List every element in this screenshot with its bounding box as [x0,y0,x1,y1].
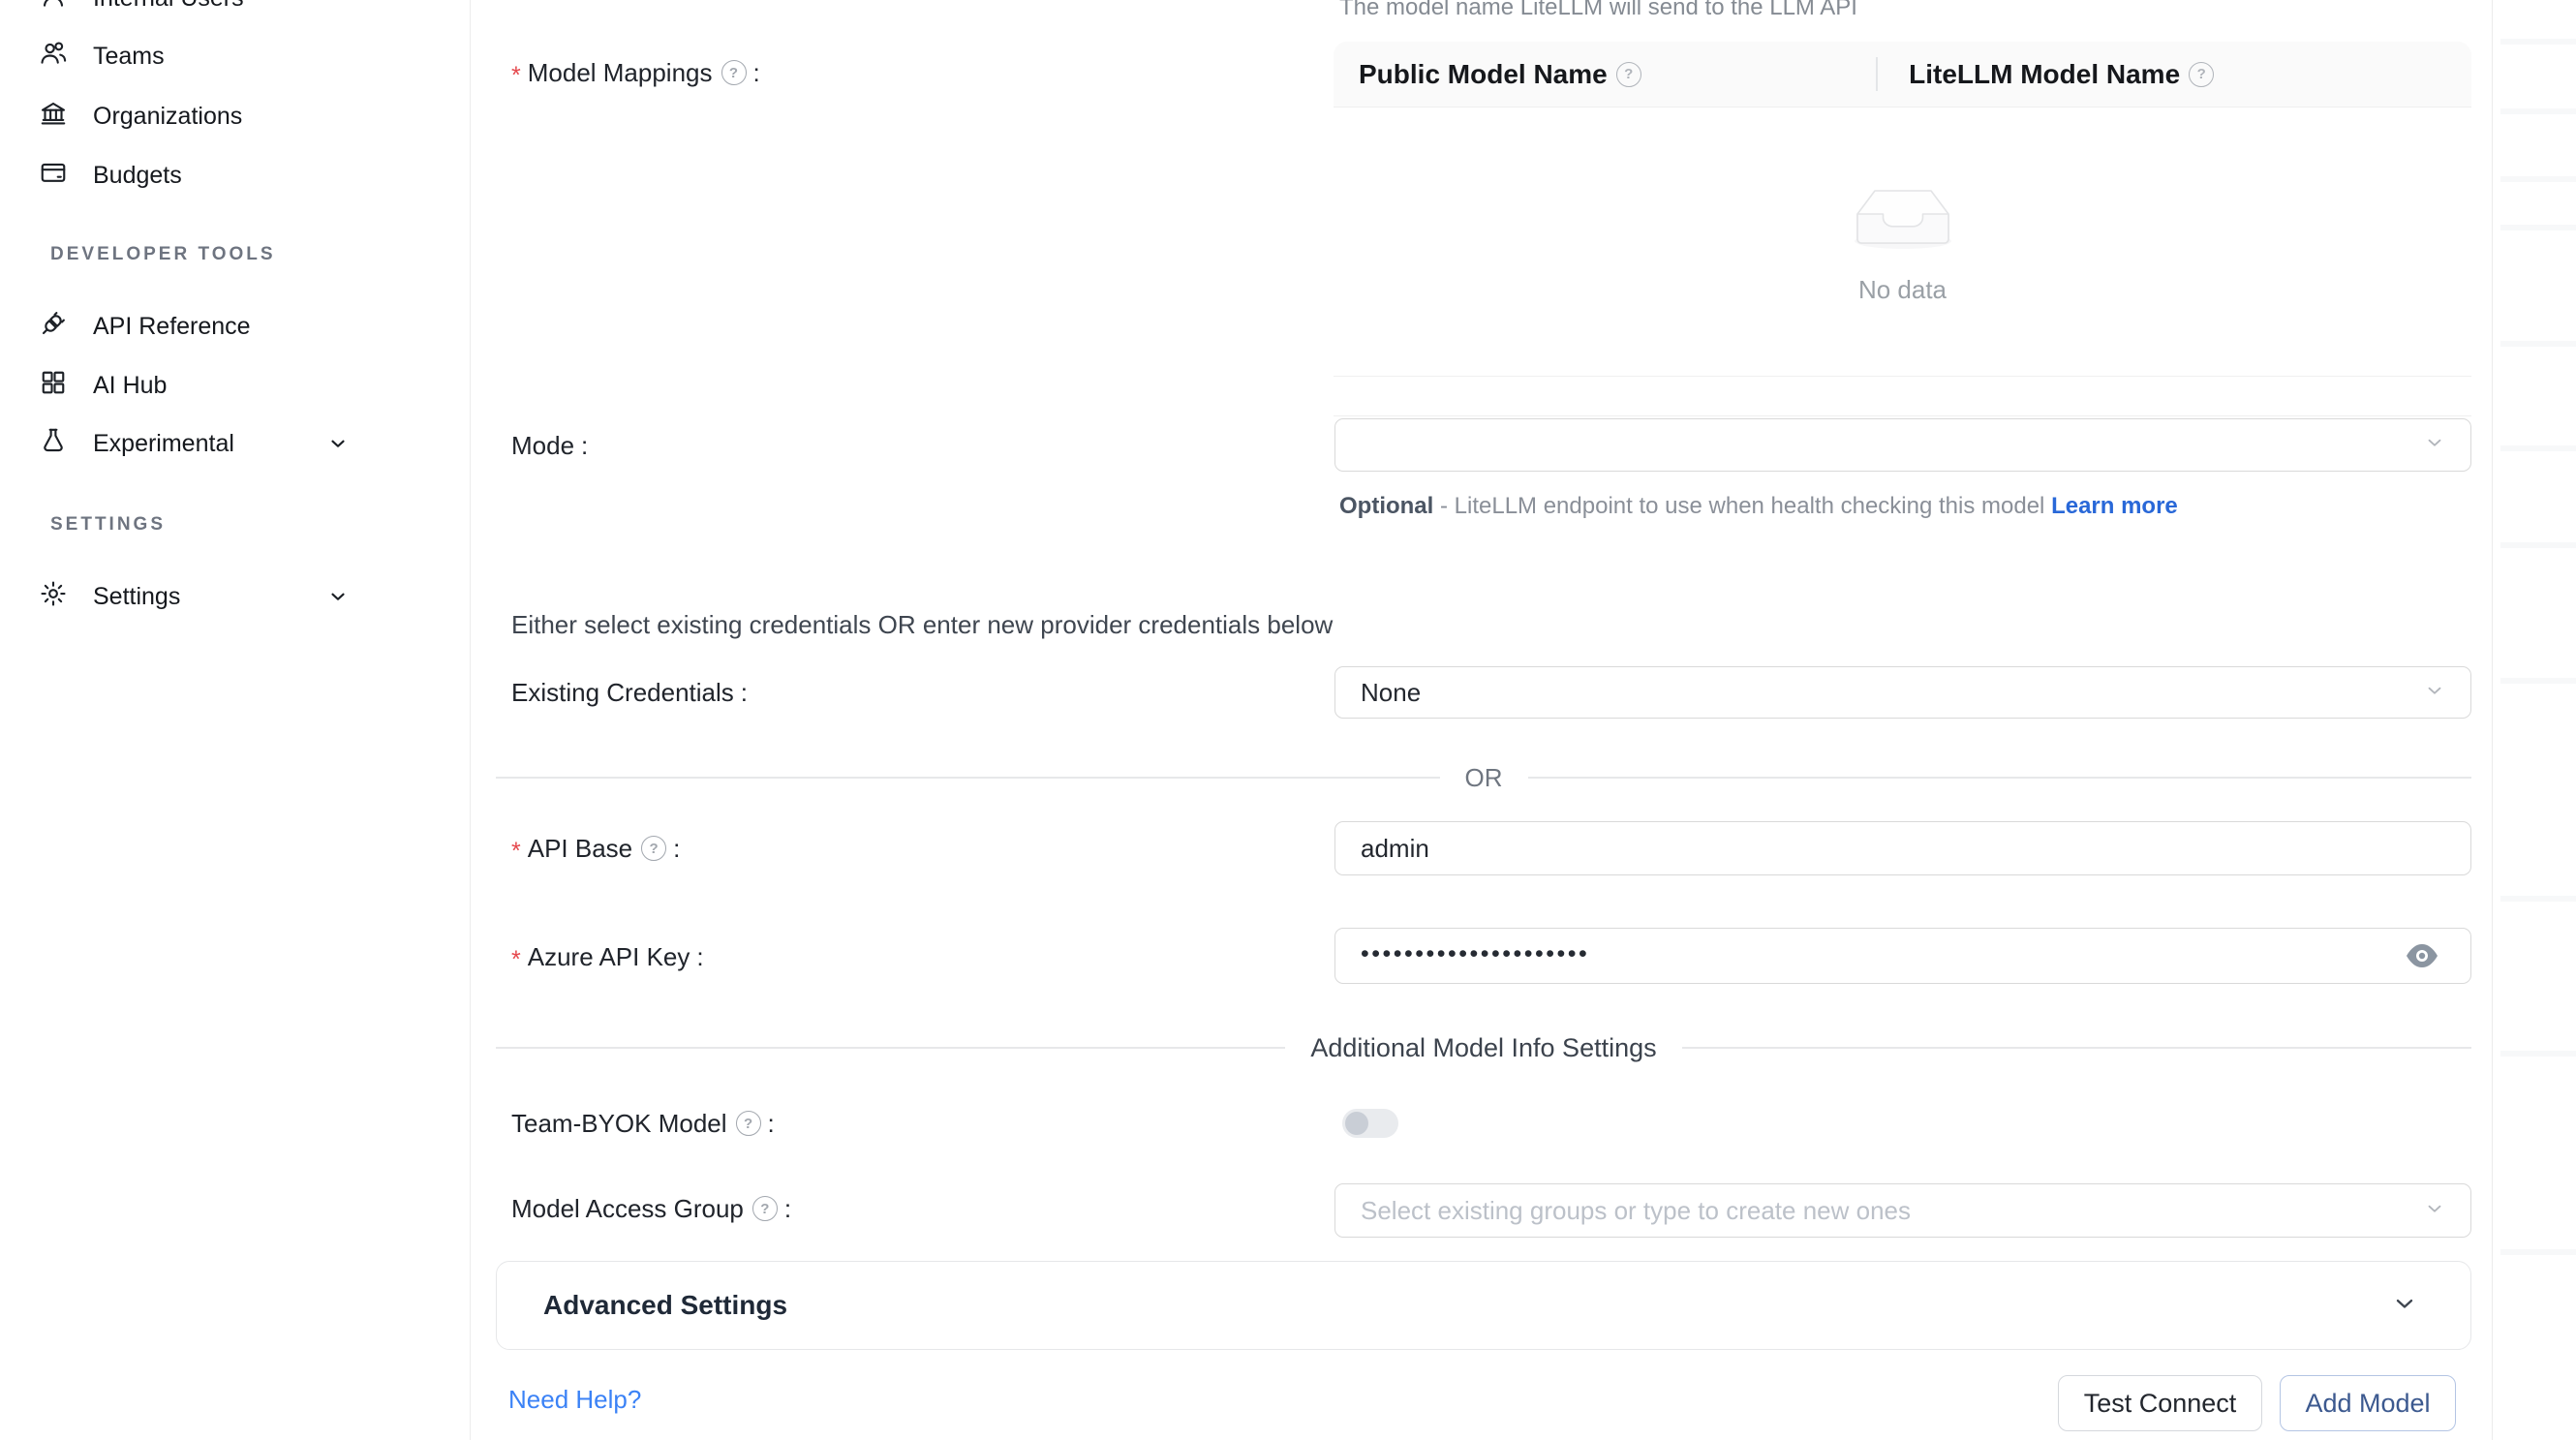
toggle-knob [1345,1112,1368,1135]
sidebar-item-label: Experimental [93,430,234,458]
eye-icon[interactable] [2403,940,2441,971]
existing-credentials-label: Existing Credentials : [511,666,748,719]
mode-label: Mode : [511,419,588,472]
litellm-model-note: The model name LiteLLM will send to the … [1339,0,1857,21]
chevron-down-icon [2391,1290,2418,1322]
sidebar-item-label: API Reference [93,313,251,341]
existing-credentials-select[interactable]: None [1334,666,2471,719]
or-divider: OR [496,765,2471,790]
add-model-form: The model name LiteLLM will send to the … [471,0,2492,1440]
column-public-model-name: Public Model Name ? [1334,59,1884,90]
masked-api-key: ••••••••••••••••••••• [1361,940,1589,968]
sidebar-item-teams[interactable]: Teams [39,29,165,83]
sidebar-item-internal-users[interactable]: Internal Users [39,0,244,25]
azure-api-key-input[interactable]: ••••••••••••••••••••• [1334,928,2471,984]
column-litellm-model-name: LiteLLM Model Name ? [1884,59,2471,90]
credit-card-icon [39,158,68,194]
table-header: Public Model Name ? LiteLLM Model Name ? [1334,42,2471,107]
gear-icon [39,579,68,615]
sidebar-item-label: Internal Users [93,0,244,13]
required-asterisk: * [511,946,521,974]
chevron-down-icon [2424,1196,2445,1226]
chevron-down-icon[interactable] [322,416,354,471]
team-byok-label: Team-BYOK Model ? : [511,1097,775,1149]
sidebar-item-label: Budgets [93,162,182,190]
required-asterisk: * [511,62,521,90]
sidebar-item-ai-hub[interactable]: AI Hub [39,358,167,413]
required-asterisk: * [511,838,521,866]
sidebar-item-label: Settings [93,583,180,611]
sidebar-item-label: AI Hub [93,372,167,400]
mode-help-text: Optional - LiteLLM endpoint to use when … [1339,487,2192,526]
user-icon [39,0,68,16]
add-model-page: Internal Users Teams Organizations Budge… [0,0,2576,1440]
sidebar-item-settings[interactable]: Settings [39,569,180,624]
sidebar-section-developer-tools: DEVELOPER TOOLS [50,243,276,266]
api-base-value: admin [1361,834,1429,864]
api-base-label: * API Base ? : [511,822,680,874]
mode-select[interactable] [1334,418,2471,472]
learn-more-link[interactable]: Learn more [2051,493,2178,519]
additional-info-title: Additional Model Info Settings [1285,1033,1681,1063]
help-circle-icon[interactable]: ? [721,60,747,85]
sidebar-item-label: Organizations [93,103,242,131]
sidebar-section-settings: SETTINGS [50,513,166,536]
chevron-down-icon[interactable] [322,569,354,624]
team-byok-toggle[interactable] [1342,1109,1398,1138]
model-mappings-label: * Model Mappings ? : [511,50,760,95]
sidebar-item-organizations[interactable]: Organizations [39,89,242,143]
add-model-button[interactable]: Add Model [2280,1375,2456,1431]
plug-icon [39,309,68,345]
or-text: OR [1440,763,1528,793]
api-base-input[interactable]: admin [1334,821,2471,875]
grid-icon [39,368,68,404]
additional-info-divider: Additional Model Info Settings [496,1034,2471,1061]
help-circle-icon[interactable]: ? [736,1111,761,1136]
sidebar-item-api-reference[interactable]: API Reference [39,299,251,353]
help-circle-icon[interactable]: ? [2189,62,2214,87]
column-divider [1876,57,1878,91]
model-access-group-label: Model Access Group ? : [511,1182,791,1235]
flask-icon [39,426,68,462]
help-circle-icon[interactable]: ? [752,1196,778,1221]
need-help-link[interactable]: Need Help? [508,1385,641,1415]
advanced-settings-panel[interactable]: Advanced Settings [496,1261,2471,1350]
selected-value: None [1361,678,1421,708]
advanced-settings-title: Advanced Settings [543,1290,787,1321]
sidebar-item-experimental[interactable]: Experimental [39,416,234,471]
sidebar-item-label: Teams [93,43,165,71]
background-panel-strip [2492,0,2576,1440]
select-placeholder: Select existing groups or type to create… [1361,1196,1911,1226]
empty-inbox-icon [1850,179,1956,261]
chevron-down-icon [2424,678,2445,708]
chevron-down-icon [2424,430,2445,460]
help-circle-icon[interactable]: ? [1616,62,1641,87]
test-connect-button[interactable]: Test Connect [2058,1375,2262,1431]
model-access-group-select[interactable]: Select existing groups or type to create… [1334,1183,2471,1238]
bank-icon [39,99,68,135]
credentials-note: Either select existing credentials OR en… [511,610,1333,640]
sidebar-item-budgets[interactable]: Budgets [39,148,182,202]
teams-icon [39,39,68,75]
table-empty-state: No data [1334,107,2471,377]
model-mappings-table: Public Model Name ? LiteLLM Model Name ? [1334,42,2471,416]
help-circle-icon[interactable]: ? [641,836,666,861]
table-footer [1334,377,2471,416]
azure-api-key-label: * Azure API Key : [511,930,704,984]
sidebar: Internal Users Teams Organizations Budge… [0,0,471,1440]
no-data-text: No data [1858,275,1947,305]
